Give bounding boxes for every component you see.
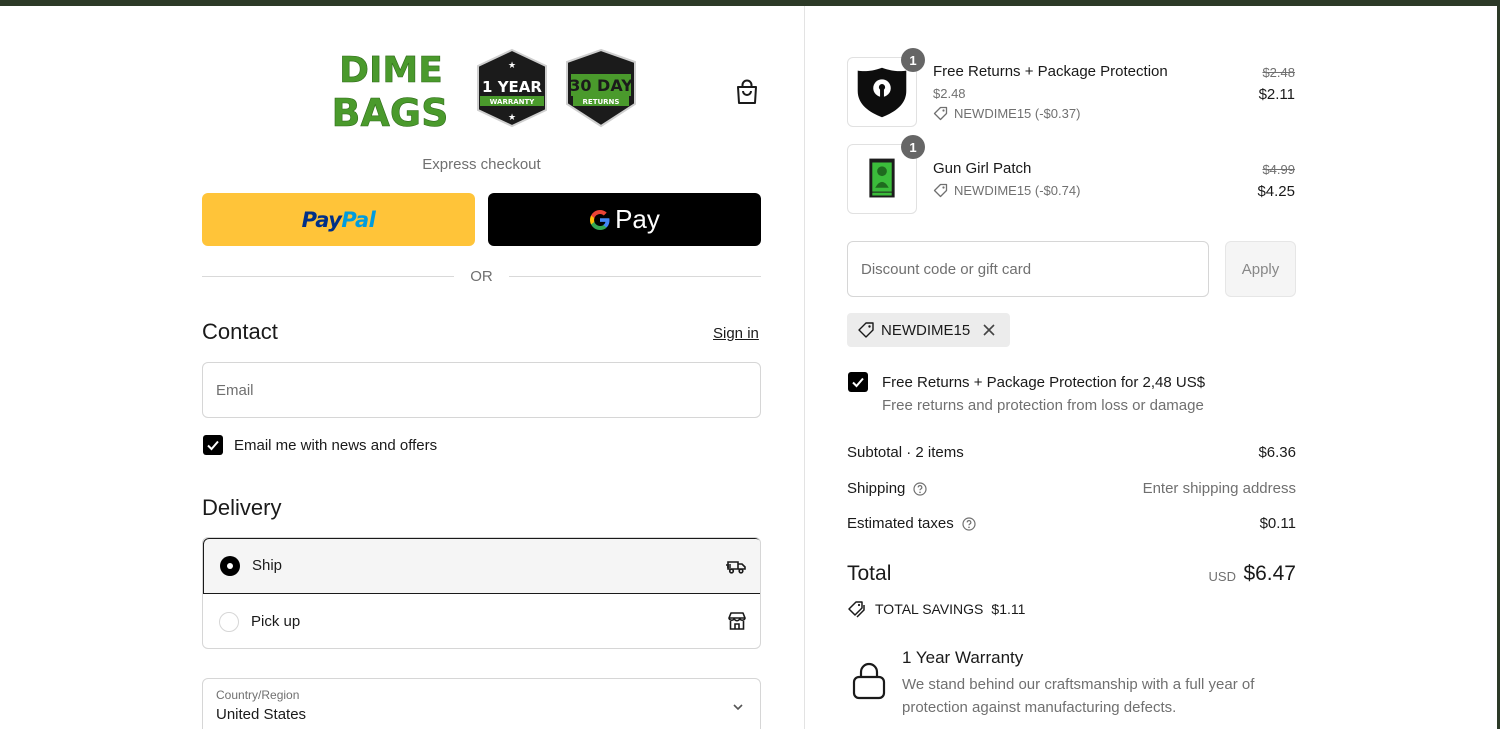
quantity-badge: 1: [901, 135, 925, 159]
item-original-price: $4.99: [1262, 162, 1295, 177]
paypal-wordmark-part1: Pay: [301, 207, 342, 232]
item-name: Gun Girl Patch: [933, 160, 1032, 177]
badge-returns-line1: 30 DAY: [569, 76, 633, 95]
or-label: OR: [470, 268, 493, 285]
paypal-wordmark: PayPal: [302, 208, 376, 232]
badge-warranty-line1: 1 YEAR: [482, 78, 542, 96]
shipping-label: Shipping: [847, 480, 927, 497]
email-placeholder: Email: [216, 382, 254, 399]
item-discount: NEWDIME15 (-$0.74): [933, 183, 1080, 198]
delivery-option-pickup[interactable]: Pick up: [203, 594, 760, 648]
svg-text:★: ★: [508, 112, 516, 122]
google-g-icon: [590, 209, 610, 230]
help-icon[interactable]: [962, 516, 976, 531]
ship-label: Ship: [252, 557, 283, 574]
country-label: Country/Region: [216, 688, 300, 702]
ship-radio[interactable]: [220, 556, 240, 576]
google-pay-label: Pay: [615, 204, 660, 234]
total-savings-value: $1.11: [991, 601, 1026, 617]
country-select[interactable]: Country/Region United States: [202, 678, 761, 729]
email-field[interactable]: Email: [202, 362, 761, 418]
google-pay-button[interactable]: Pay: [488, 193, 761, 246]
pickup-radio[interactable]: [219, 612, 239, 632]
store-icon: [728, 612, 746, 630]
badge-returns-line2: RETURNS: [583, 98, 620, 106]
thirty-day-returns-badge: 30 DAY RETURNS: [563, 48, 639, 128]
item-original-price: $2.48: [1262, 65, 1295, 80]
discount-code-placeholder: Discount code or gift card: [861, 261, 1032, 278]
item-price: $2.11: [1258, 86, 1295, 103]
total-savings-label: TOTAL SAVINGS: [875, 601, 984, 617]
protection-label: Free Returns + Package Protection for 2,…: [882, 374, 1206, 391]
country-value: United States: [216, 706, 307, 723]
tag-icon: [933, 183, 948, 198]
help-icon[interactable]: [913, 481, 927, 496]
truck-icon: [726, 561, 746, 574]
subtotal-label-text: Subtotal · 2 items: [847, 444, 964, 461]
quantity-badge: 1: [901, 48, 925, 72]
savings-tag-icon: [848, 601, 865, 618]
item-name: Free Returns + Package Protection: [933, 63, 1168, 80]
lock-icon: [852, 662, 886, 700]
taxes-value: $0.11: [1259, 515, 1296, 532]
badge-warranty-line2: WARRANTY: [490, 98, 536, 106]
item-discount-text: NEWDIME15 (-$0.37): [954, 106, 1081, 121]
warranty-description: We stand behind our craftsmanship with a…: [902, 676, 1255, 716]
shipping-value: Enter shipping address: [1142, 480, 1296, 497]
shopping-bag-icon[interactable]: [734, 78, 760, 106]
item-discount: NEWDIME15 (-$0.37): [933, 106, 1080, 121]
logo-line-1: DIME: [339, 50, 443, 91]
protection-description: Free returns and protection from loss or…: [882, 397, 1204, 414]
shipping-label-text: Shipping: [847, 480, 906, 497]
contact-heading: Contact: [202, 319, 278, 344]
total-label: Total: [847, 562, 892, 585]
subtotal-label: Subtotal · 2 items: [847, 444, 964, 461]
tag-icon: [933, 106, 948, 121]
item-discount-text: NEWDIME15 (-$0.74): [954, 183, 1081, 198]
delivery-option-ship[interactable]: Ship: [203, 538, 760, 594]
logo-line-2: BAGS: [332, 91, 449, 132]
newsletter-label: Email me with news and offers: [234, 437, 438, 454]
total-currency: USD: [1208, 569, 1236, 584]
checkmark-icon: [207, 440, 219, 451]
sign-in-link[interactable]: Sign in: [713, 325, 759, 342]
protection-checkbox[interactable]: [848, 372, 868, 392]
or-divider: OR: [202, 266, 761, 286]
subtotal-value: $6.36: [1258, 444, 1296, 461]
item-price: $4.25: [1257, 183, 1295, 200]
total-value: $6.47: [1243, 562, 1296, 585]
newsletter-checkbox[interactable]: [203, 435, 223, 455]
close-icon[interactable]: [982, 323, 996, 337]
warranty-title: 1 Year Warranty: [902, 648, 1024, 667]
delivery-method-group: Ship Pick up: [202, 537, 761, 649]
chevron-down-icon: [733, 704, 743, 711]
express-checkout-label: Express checkout: [422, 156, 541, 173]
item-variant-price: $2.48: [933, 86, 966, 101]
pickup-label: Pick up: [251, 613, 301, 630]
discount-code-input[interactable]: Discount code or gift card: [847, 241, 1209, 297]
taxes-label-text: Estimated taxes: [847, 515, 954, 532]
delivery-heading: Delivery: [202, 495, 282, 520]
svg-text:★: ★: [508, 60, 516, 70]
total-savings: TOTAL SAVINGS $1.11: [847, 600, 1025, 618]
tag-icon: [858, 322, 874, 338]
dime-bags-logo[interactable]: DIME BAGS: [326, 46, 456, 136]
paypal-wordmark-part2: Pal: [341, 207, 376, 232]
taxes-label: Estimated taxes: [847, 515, 976, 532]
apply-discount-button[interactable]: Apply: [1225, 241, 1296, 297]
checkmark-icon: [852, 377, 864, 388]
one-year-warranty-badge: 1 YEAR WARRANTY ★ ★: [474, 48, 550, 128]
applied-discount-code: NEWDIME15: [881, 321, 971, 339]
applied-discount-chip: NEWDIME15: [847, 313, 1010, 347]
paypal-button[interactable]: PayPal: [202, 193, 475, 246]
